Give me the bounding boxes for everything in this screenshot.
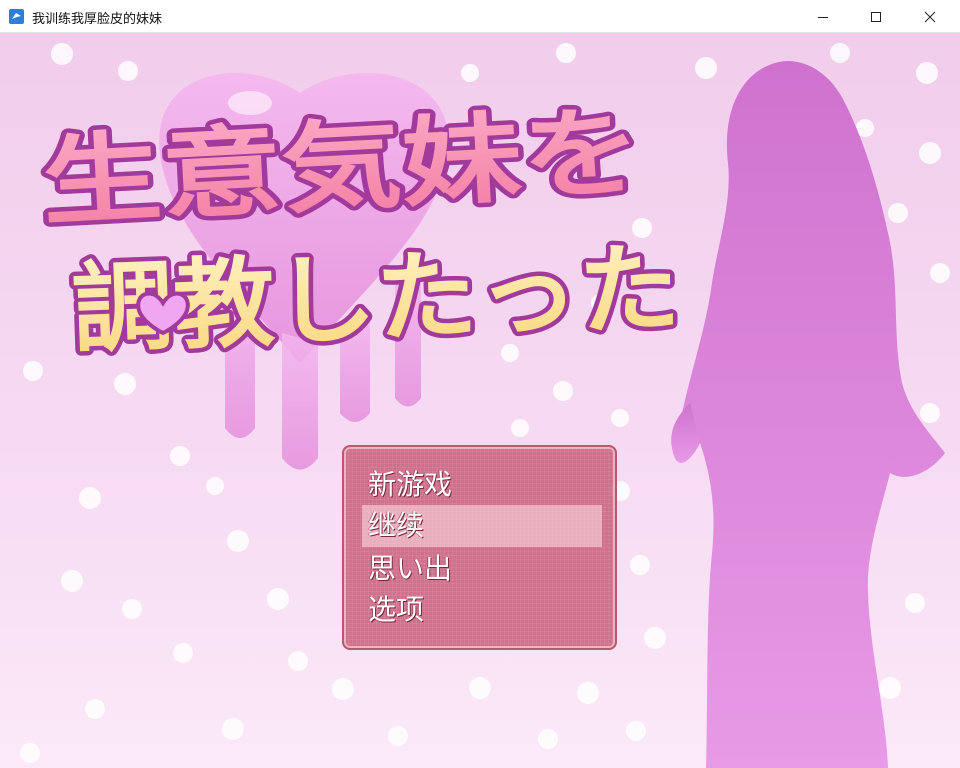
title-menu: 新游戏 继续 思い出 选项 <box>342 445 617 650</box>
minimize-icon <box>818 16 828 18</box>
maximize-icon <box>871 11 881 22</box>
minimize-button[interactable] <box>800 0 846 33</box>
title-background: 生意気妹を 調教したった <box>0 33 960 768</box>
menu-item-continue[interactable]: 继续 <box>362 505 602 547</box>
game-app-icon <box>9 9 24 24</box>
menu-item-memories[interactable]: 思い出 <box>362 548 602 590</box>
game-screen[interactable]: 生意気妹を 調教したった 新游戏 继续 思い出 选项 <box>0 33 960 768</box>
title-bar[interactable]: 我训练我厚脸皮的妹妹 <box>0 0 960 33</box>
game-window: 我训练我厚脸皮的妹妹 生意気妹を 調教したった 新游戏 继续 思い出 选项 <box>0 0 960 768</box>
menu-item-options[interactable]: 选项 <box>362 589 602 631</box>
window-title: 我训练我厚脸皮的妹妹 <box>32 12 163 27</box>
close-button[interactable] <box>907 0 953 33</box>
maximize-button[interactable] <box>853 0 899 33</box>
close-icon <box>924 11 936 22</box>
menu-item-new-game[interactable]: 新游戏 <box>362 464 602 506</box>
